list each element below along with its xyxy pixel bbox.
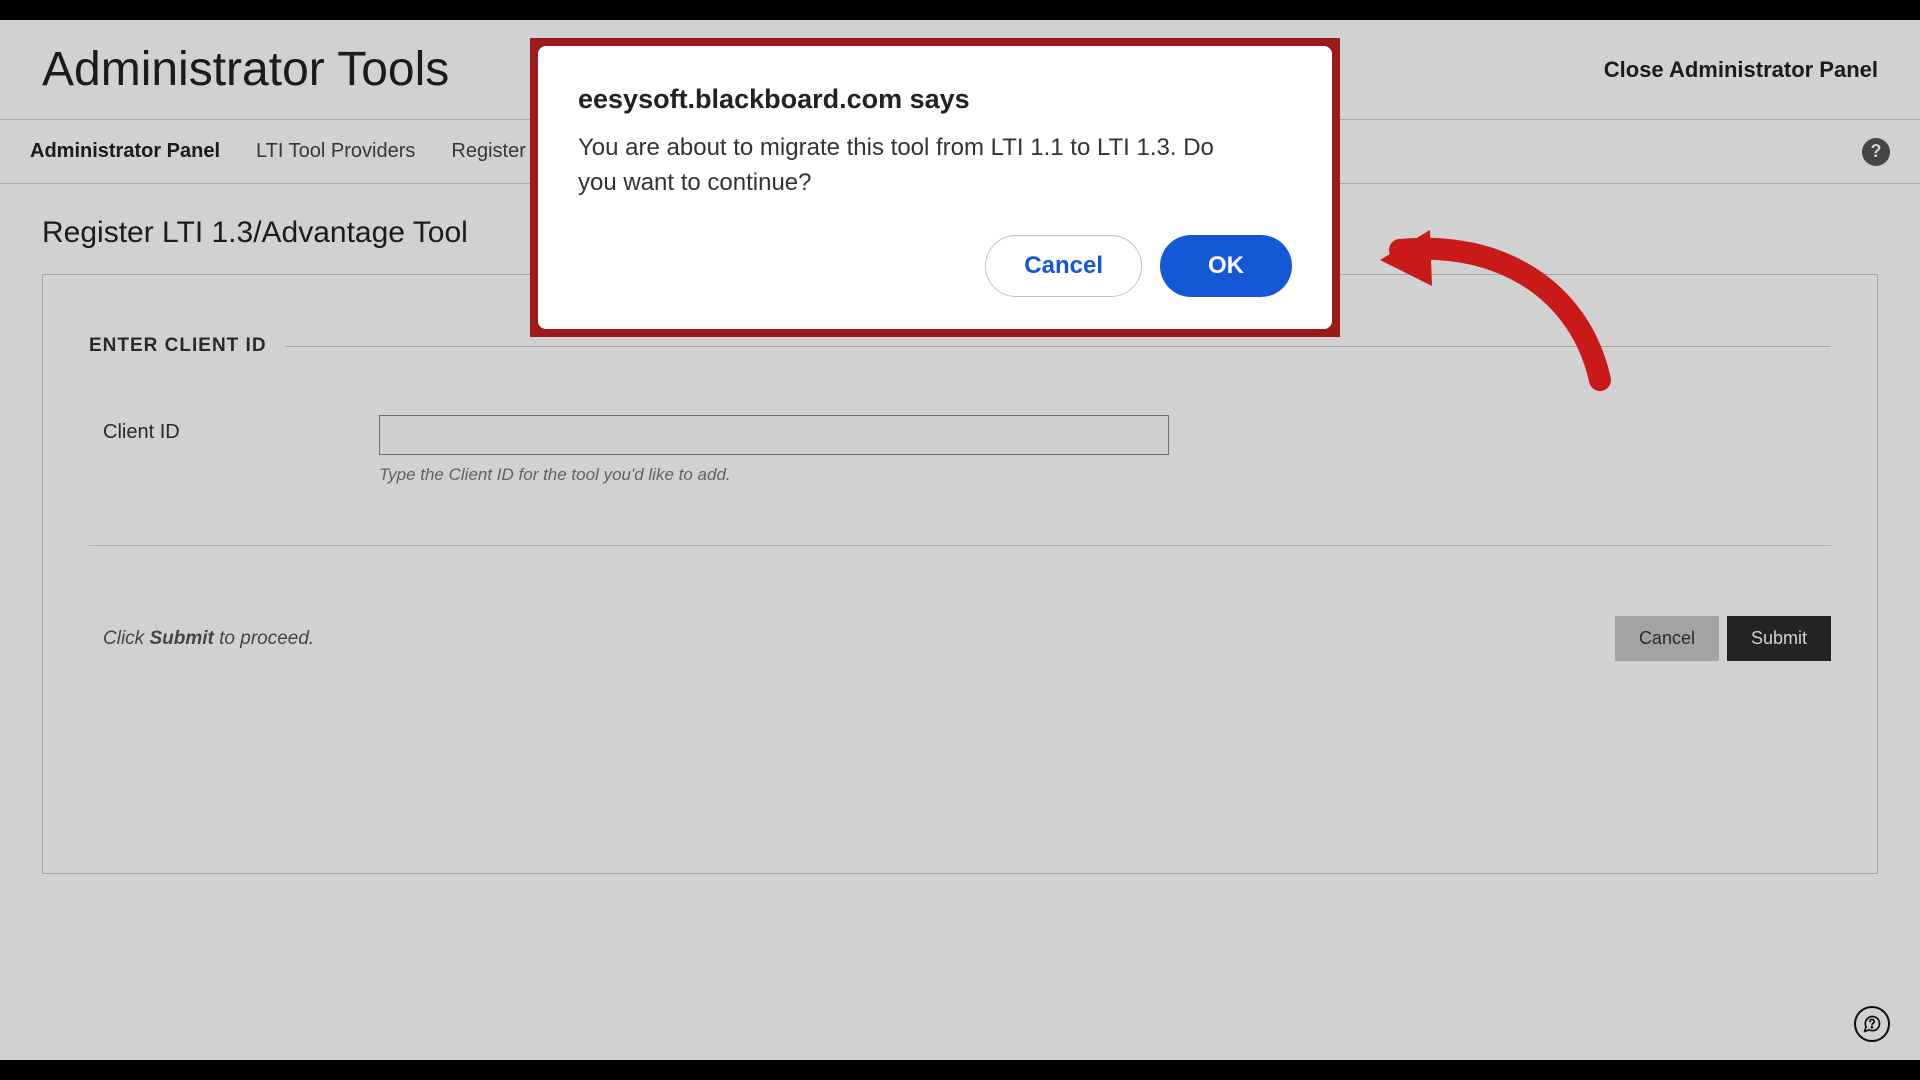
dialog-title: eesysoft.blackboard.com says — [578, 84, 1292, 115]
form-divider — [89, 545, 1831, 546]
form-footer: Click Submit to proceed. Cancel Submit — [89, 616, 1831, 661]
annotation-highlight-frame: eesysoft.blackboard.com says You are abo… — [530, 38, 1340, 337]
chat-question-icon — [1862, 1014, 1882, 1034]
confirm-dialog: eesysoft.blackboard.com says You are abo… — [538, 46, 1332, 329]
proceed-note-prefix: Click — [103, 628, 149, 649]
form-cancel-button[interactable]: Cancel — [1615, 616, 1719, 661]
app-stage: Administrator Tools Close Administrator … — [0, 20, 1920, 1060]
form-submit-button[interactable]: Submit — [1727, 616, 1831, 661]
help-icon[interactable]: ? — [1862, 138, 1890, 166]
fieldset-label: ENTER CLIENT ID — [89, 335, 267, 357]
form-card: ENTER CLIENT ID Client ID Type the Clien… — [42, 274, 1878, 874]
dialog-cancel-button[interactable]: Cancel — [985, 235, 1142, 297]
client-id-input[interactable] — [379, 415, 1169, 455]
proceed-note-suffix: to proceed. — [214, 628, 314, 649]
fieldset-header: ENTER CLIENT ID — [89, 335, 1831, 357]
breadcrumb-admin-panel[interactable]: Administrator Panel — [30, 140, 220, 163]
proceed-note-strong: Submit — [149, 628, 213, 649]
breadcrumb-lti-providers[interactable]: LTI Tool Providers — [256, 140, 415, 163]
fieldset-divider-line — [285, 346, 1831, 347]
client-id-hint: Type the Client ID for the tool you'd li… — [379, 465, 1169, 485]
client-id-label: Client ID — [89, 415, 379, 444]
client-id-row: Client ID Type the Client ID for the too… — [89, 415, 1831, 485]
page-title: Administrator Tools — [42, 42, 449, 97]
dialog-message: You are about to migrate this tool from … — [578, 131, 1258, 201]
proceed-note: Click Submit to proceed. — [89, 628, 314, 650]
close-admin-panel-link[interactable]: Close Administrator Panel — [1604, 57, 1878, 83]
dialog-actions: Cancel OK — [578, 235, 1292, 297]
floating-help-icon[interactable] — [1854, 1006, 1890, 1042]
dialog-ok-button[interactable]: OK — [1160, 235, 1292, 297]
